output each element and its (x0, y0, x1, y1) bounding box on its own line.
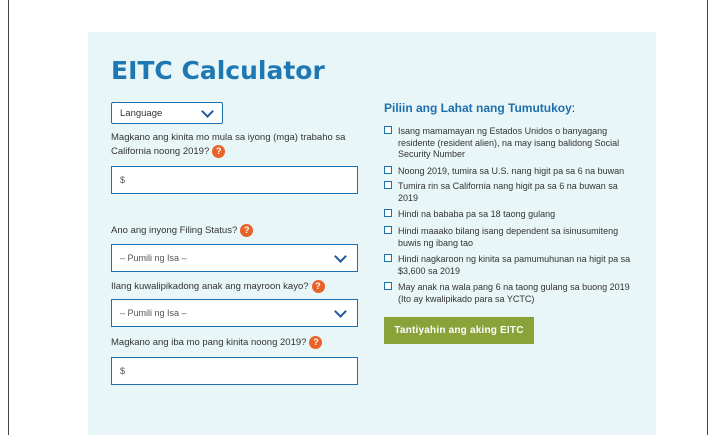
income-question-text: Magkano ang kinita mo mula sa iyong (mga… (111, 132, 346, 158)
help-icon[interactable]: ? (309, 336, 323, 349)
checklist-item-label: May anak na wala pang 6 na taong gulang … (398, 282, 630, 304)
chevron-down-icon (334, 305, 347, 318)
page-title: EITC Calculator (111, 56, 325, 85)
chevron-down-icon (201, 105, 214, 118)
other-income-input-placeholder: $ (120, 366, 126, 376)
checklist-title: Piliin ang Lahat nang Tumutukoy: (384, 101, 575, 115)
children-select-value: – Pumili ng Isa – (120, 308, 187, 318)
other-income-question-text: Magkano ang iba mo pang kinita noong 201… (111, 337, 307, 349)
filing-status-select[interactable]: – Pumili ng Isa – (111, 244, 358, 272)
income-input[interactable]: $ (111, 166, 358, 194)
checklist-item-label: Isang mamamayan ng Estados Unidos o bany… (398, 126, 620, 159)
other-income-question: Magkano ang iba mo pang kinita noong 201… (111, 336, 323, 350)
help-icon[interactable]: ? (311, 280, 325, 293)
estimate-eitc-button[interactable]: Tantiyahin ang aking EITC (384, 317, 534, 344)
checklist-item[interactable]: Hindi nagkaroon ng kinita sa pamumuhunan… (384, 254, 639, 277)
checklist-item-label: Hindi na bababa pa sa 18 taong gulang (398, 209, 556, 219)
checklist-item[interactable]: Noong 2019, tumira sa U.S. nang higit pa… (384, 166, 639, 178)
checkbox[interactable] (384, 226, 392, 234)
language-select[interactable]: Language (111, 102, 223, 124)
checkbox[interactable] (384, 126, 392, 134)
filing-status-select-value: – Pumili ng Isa – (120, 253, 187, 263)
checkbox[interactable] (384, 166, 392, 174)
checklist-item[interactable]: Isang mamamayan ng Estados Unidos o bany… (384, 126, 639, 161)
checklist-item[interactable]: Tumira rin sa California nang higit pa s… (384, 181, 639, 204)
checklist-item-label: Hindi maaako bilang isang dependent sa i… (398, 226, 619, 248)
checklist-title-text: Piliin ang Lahat nang Tumutukoy (384, 101, 572, 115)
checkbox[interactable] (384, 254, 392, 262)
checklist-item[interactable]: Hindi maaako bilang isang dependent sa i… (384, 226, 639, 249)
checklist-item-label: Hindi nagkaroon ng kinita sa pamumuhunan… (398, 254, 631, 276)
children-select[interactable]: – Pumili ng Isa – (111, 299, 358, 327)
checklist-item-label: Tumira rin sa California nang higit pa s… (398, 181, 618, 203)
checklist-title-colon: : (571, 101, 576, 115)
chevron-down-icon (334, 250, 347, 263)
income-question: Magkano ang kinita mo mula sa iyong (mga… (111, 131, 361, 159)
checklist-item[interactable]: May anak na wala pang 6 na taong gulang … (384, 282, 639, 305)
checkbox[interactable] (384, 209, 392, 217)
checkbox[interactable] (384, 181, 392, 189)
filing-status-question: Ano ang inyong Filing Status?? (111, 224, 254, 238)
checkbox[interactable] (384, 282, 392, 290)
checklist-item-label: Noong 2019, tumira sa U.S. nang higit pa… (398, 166, 625, 176)
filing-status-question-text: Ano ang inyong Filing Status? (111, 225, 238, 237)
children-question-text: Ilang kuwalipikadong anak ang mayroon ka… (111, 281, 309, 293)
income-input-placeholder: $ (120, 175, 126, 185)
other-income-input[interactable]: $ (111, 357, 358, 385)
children-question: Ilang kuwalipikadong anak ang mayroon ka… (111, 280, 325, 294)
language-select-value: Language (120, 107, 163, 119)
help-icon[interactable]: ? (212, 145, 226, 158)
checklist-item[interactable]: Hindi na bababa pa sa 18 taong gulang (384, 209, 639, 221)
help-icon[interactable]: ? (240, 224, 254, 237)
